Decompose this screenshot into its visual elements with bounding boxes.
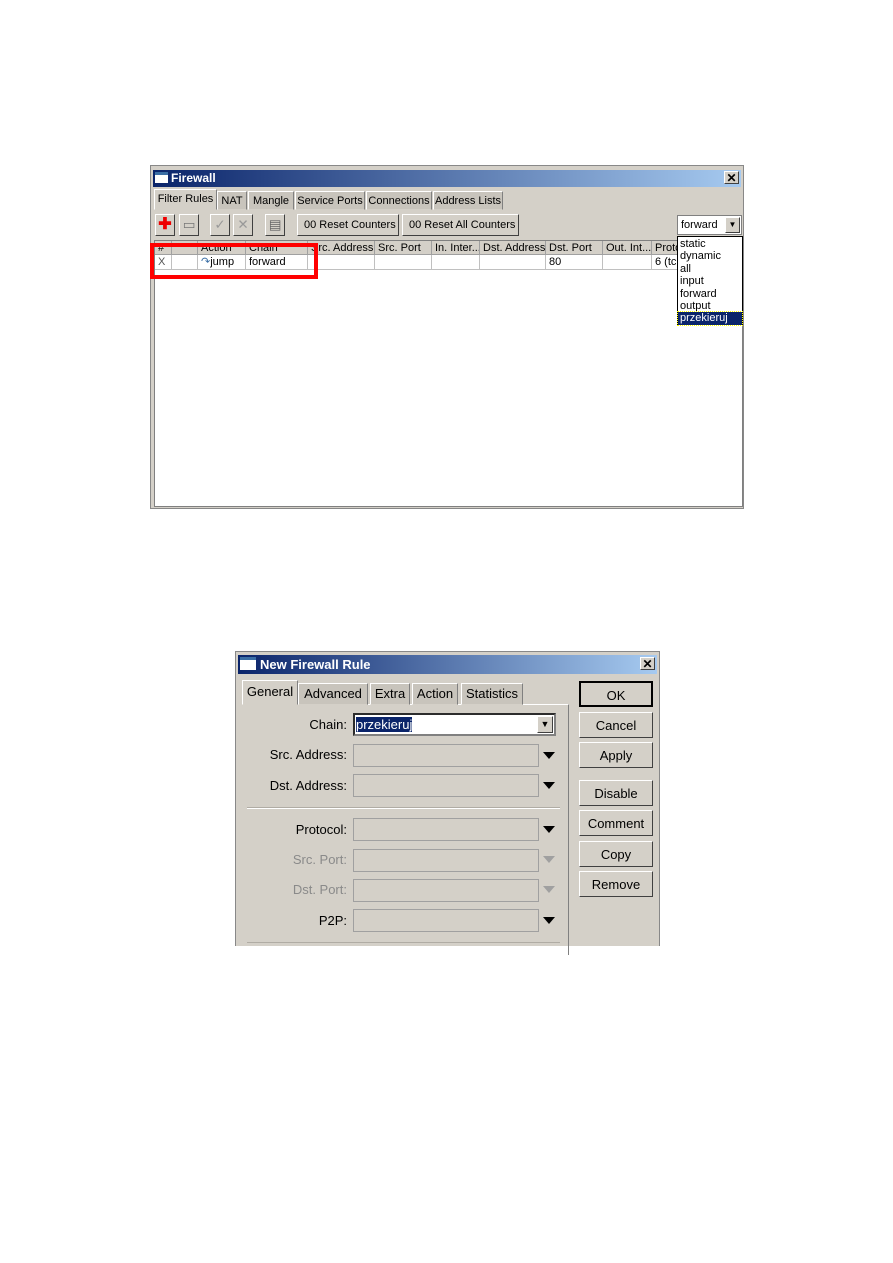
dropdown-option-forward[interactable]: forward [678, 288, 742, 300]
chevron-down-icon[interactable]: ▼ [537, 716, 553, 733]
dropdown-option-all[interactable]: all [678, 263, 742, 275]
note-icon: ▤ [268, 217, 282, 232]
dst-port-input[interactable] [353, 879, 539, 902]
p2p-dropdown-arrow-icon[interactable] [543, 917, 555, 924]
tab-connections[interactable]: Connections [366, 191, 432, 210]
col-header-dst-address[interactable]: Dst. Address [480, 241, 546, 255]
firewall-window: Firewall ✕ Filter Rules NAT Mangle Servi… [150, 165, 744, 509]
cell-src-port [375, 255, 432, 270]
tab-action[interactable]: Action [412, 683, 458, 705]
check-icon: ✓ [214, 217, 226, 232]
apply-button[interactable]: Apply [579, 742, 653, 768]
reset-all-counters-button[interactable]: 00 Reset All Counters [402, 214, 519, 236]
src-address-label: Src. Address: [269, 747, 347, 762]
cell-dst-port: 80 [546, 255, 603, 270]
col-header-out-interface[interactable]: Out. Int... [603, 241, 652, 255]
chevron-down-icon[interactable]: ▼ [725, 217, 740, 233]
firewall-title-bar: Firewall ✕ [153, 170, 741, 187]
dst-port-dropdown-arrow-icon [543, 886, 555, 893]
dropdown-option-output[interactable]: output [678, 300, 742, 312]
chain-input[interactable]: przekieruj ▼ [353, 713, 556, 736]
col-header-in-interface[interactable]: In. Inter... [432, 241, 480, 255]
separator [247, 942, 560, 943]
cell-in-interface [432, 255, 480, 270]
tab-nat[interactable]: NAT [217, 191, 247, 210]
add-button[interactable]: ✚ [155, 214, 175, 236]
dialog-title: New Firewall Rule [260, 657, 371, 672]
copy-button[interactable]: Copy [579, 841, 653, 867]
comment-button[interactable]: ▤ [265, 214, 285, 236]
col-header-dst-port[interactable]: Dst. Port [546, 241, 603, 255]
window-icon [240, 657, 256, 670]
tab-general[interactable]: General [242, 680, 298, 705]
disable-button[interactable]: ✕ [233, 214, 253, 236]
close-button[interactable]: ✕ [724, 171, 739, 184]
protocol-dropdown-arrow-icon[interactable] [543, 826, 555, 833]
tab-filter-rules[interactable]: Filter Rules [154, 189, 217, 210]
enable-button[interactable]: ✓ [210, 214, 230, 236]
tab-extra[interactable]: Extra [370, 683, 410, 705]
dropdown-option-input[interactable]: input [678, 275, 742, 287]
disable-button[interactable]: Disable [579, 780, 653, 806]
tab-statistics[interactable]: Statistics [461, 683, 523, 705]
reset-counters-button[interactable]: 00 Reset Counters [297, 214, 399, 236]
col-header-src-port[interactable]: Src. Port [375, 241, 432, 255]
x-icon: ✕ [237, 217, 249, 232]
src-port-dropdown-arrow-icon [543, 856, 555, 863]
dialog-title-bar: New Firewall Rule ✕ [238, 655, 657, 674]
dropdown-option-przekieruj[interactable]: przekieruj [677, 311, 743, 326]
dropdown-option-dynamic[interactable]: dynamic [678, 250, 742, 262]
rules-table: # Action Chain Src. Address Src. Port In… [154, 240, 743, 507]
close-button[interactable]: ✕ [640, 657, 655, 670]
ok-button[interactable]: OK [579, 681, 653, 707]
tab-mangle[interactable]: Mangle [248, 191, 294, 210]
remove-button[interactable]: Remove [579, 871, 653, 897]
src-address-dropdown-arrow-icon[interactable] [543, 752, 555, 759]
src-port-input[interactable] [353, 849, 539, 872]
tab-address-lists[interactable]: Address Lists [433, 191, 503, 210]
dst-address-label: Dst. Address: [269, 778, 347, 793]
cell-out-interface [603, 255, 652, 270]
protocol-input[interactable] [353, 818, 539, 841]
separator [247, 807, 560, 809]
minus-icon: ▭ [182, 217, 196, 232]
p2p-input[interactable] [353, 909, 539, 932]
p2p-label: P2P: [318, 913, 347, 928]
src-port-label: Src. Port: [292, 852, 347, 867]
dst-port-label: Dst. Port: [292, 882, 347, 897]
remove-button[interactable]: ▭ [179, 214, 199, 236]
window-title: Firewall [171, 171, 216, 185]
protocol-label: Protocol: [295, 822, 347, 837]
comment-button[interactable]: Comment [579, 810, 653, 836]
dst-address-input[interactable] [353, 774, 539, 797]
chain-filter-dropdown: static dynamic all input forward output … [677, 236, 743, 326]
cell-src-address [308, 255, 375, 270]
cell-dst-address [480, 255, 546, 270]
tab-advanced[interactable]: Advanced [298, 683, 368, 705]
chain-filter-select[interactable]: forward ▼ [677, 215, 742, 235]
col-header-src-address[interactable]: Src. Address [308, 241, 375, 255]
red-highlight-box [150, 243, 318, 279]
src-address-input[interactable] [353, 744, 539, 767]
tab-service-ports[interactable]: Service Ports [295, 191, 365, 210]
cancel-button[interactable]: Cancel [579, 712, 653, 738]
dropdown-option-static[interactable]: static [678, 238, 742, 250]
window-icon [155, 172, 168, 183]
chain-label: Chain: [309, 717, 347, 732]
plus-icon: ✚ [158, 216, 172, 233]
dst-address-dropdown-arrow-icon[interactable] [543, 782, 555, 789]
tab-bar: Filter Rules NAT Mangle Service Ports Co… [154, 189, 744, 210]
